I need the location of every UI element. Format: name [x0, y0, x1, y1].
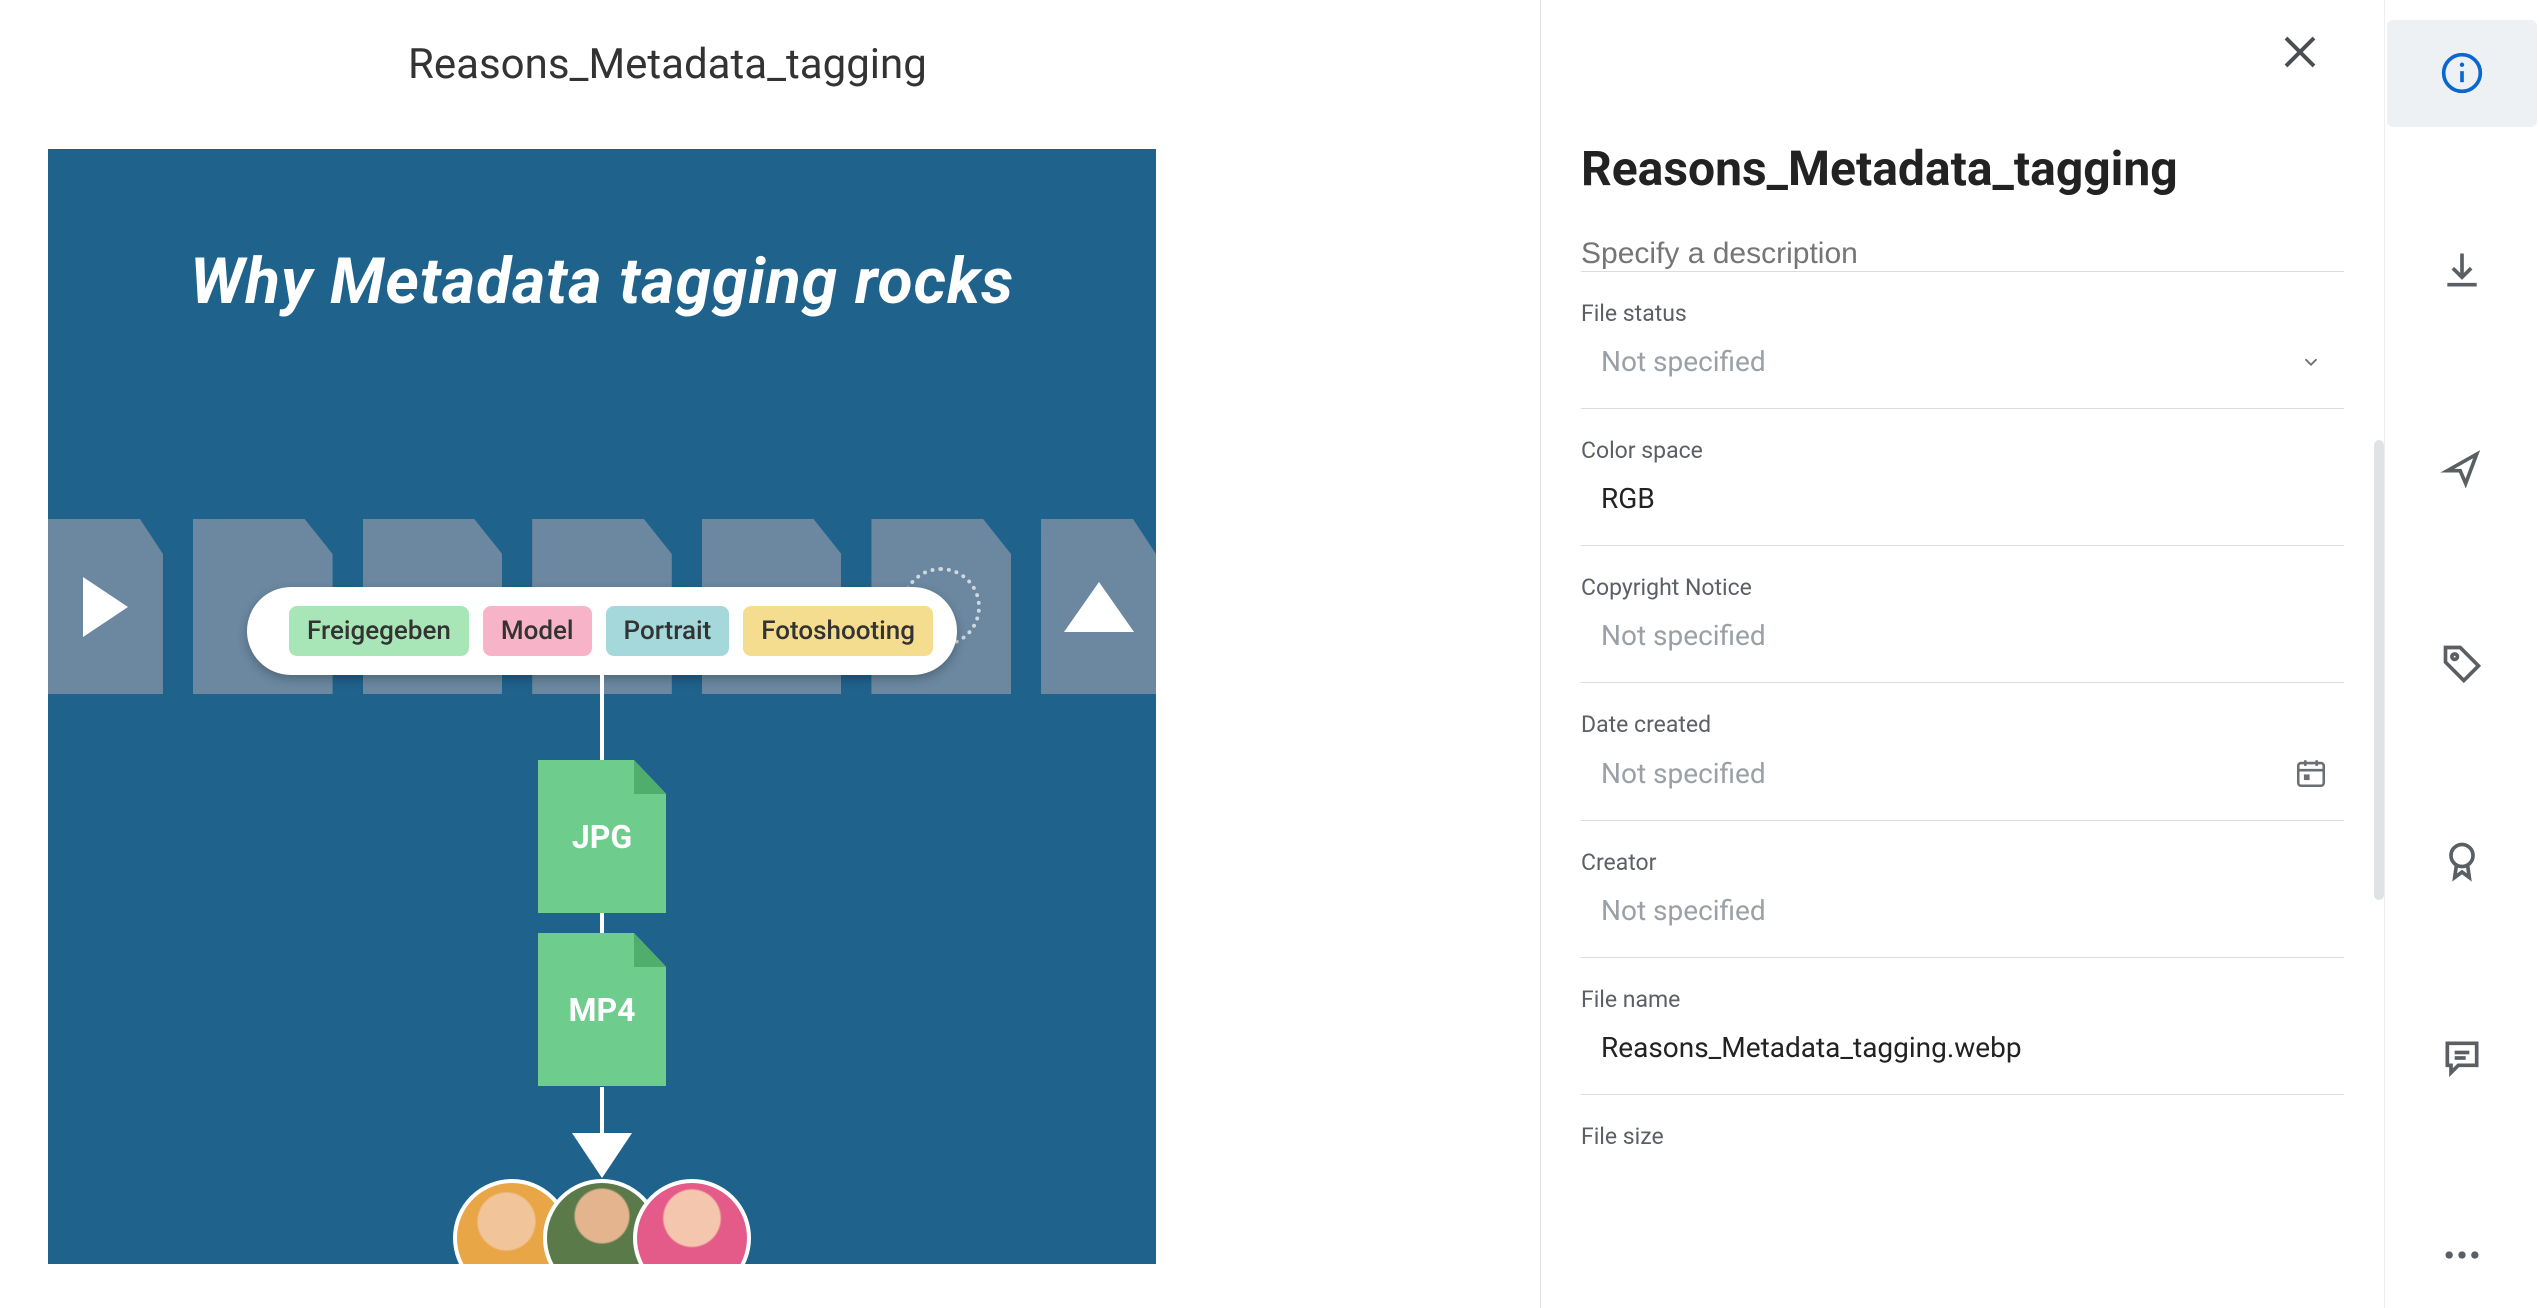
close-icon: [2276, 28, 2324, 76]
tag-icon: [2440, 642, 2484, 686]
connector-line: [600, 1087, 604, 1133]
field-creator: Creator Not specified: [1581, 820, 2344, 957]
field-value[interactable]: Reasons_Metadata_tagging.webp: [1581, 1031, 2344, 1064]
tag-pill: Model: [483, 606, 592, 656]
file-mp4-icon: MP4: [538, 933, 666, 1086]
download-button[interactable]: [2387, 217, 2537, 324]
file-jpg-icon: JPG: [538, 760, 666, 913]
tag-button[interactable]: [2387, 611, 2537, 718]
field-copyright: Copyright Notice Not specified: [1581, 545, 2344, 682]
award-icon: [2440, 839, 2484, 883]
field-file-name: File name Reasons_Metadata_tagging.webp: [1581, 957, 2344, 1094]
avatar: [633, 1179, 751, 1264]
arrow-down-icon: [572, 1133, 632, 1178]
share-button[interactable]: [2387, 414, 2537, 521]
award-button[interactable]: [2387, 807, 2537, 914]
film-doc: [48, 519, 163, 694]
image-preview[interactable]: Why Metadata tagging rocks Freigegeben M…: [48, 149, 1156, 1264]
field-label: Color space: [1581, 437, 2344, 464]
film-doc: [1041, 519, 1156, 694]
field-label: Copyright Notice: [1581, 574, 2344, 601]
field-label: Date created: [1581, 711, 2344, 738]
share-icon: [2440, 445, 2484, 489]
field-value[interactable]: Not specified: [1581, 619, 2344, 652]
play-icon: [83, 577, 128, 637]
search-pill: Freigegeben Model Portrait Fotoshooting: [247, 587, 957, 675]
connector-line: [600, 675, 604, 760]
field-label: File status: [1581, 300, 2344, 327]
scrollbar[interactable]: [2374, 440, 2384, 900]
connector-line: [600, 913, 604, 933]
info-icon: [2440, 51, 2484, 95]
preview-panel: Reasons_Metadata_tagging Why Metadata ta…: [0, 0, 1540, 1308]
calendar-icon: [2294, 756, 2328, 790]
avatars-group: [453, 1179, 751, 1264]
field-file-size: File size: [1581, 1094, 2344, 1198]
field-date-created: Date created Not specified: [1581, 682, 2344, 820]
field-file-status: File status Not specified: [1581, 271, 2344, 408]
iconbar: [2384, 0, 2539, 1308]
file-status-select[interactable]: Not specified: [1581, 345, 2344, 378]
close-button[interactable]: [2276, 28, 2324, 76]
page-title: Reasons_Metadata_tagging: [408, 40, 1492, 89]
date-created-input[interactable]: Not specified: [1581, 756, 2344, 790]
tag-pill: Freigegeben: [289, 606, 469, 656]
file-label: JPG: [572, 818, 632, 856]
more-icon: [2440, 1233, 2484, 1277]
up-icon: [1064, 582, 1134, 632]
comment-icon: [2440, 1036, 2484, 1080]
chevron-down-icon: [2300, 351, 2322, 373]
download-icon: [2440, 248, 2484, 292]
field-label: File name: [1581, 986, 2344, 1013]
more-button[interactable]: [2387, 1201, 2537, 1308]
tag-pill: Fotoshooting: [743, 606, 933, 656]
description-input[interactable]: [1581, 237, 2344, 271]
info-button[interactable]: [2387, 20, 2537, 127]
field-color-space: Color space RGB: [1581, 408, 2344, 545]
field-label: Creator: [1581, 849, 2344, 876]
details-panel: Reasons_Metadata_tagging File status Not…: [1541, 0, 2384, 1308]
field-value: Not specified: [1581, 757, 1766, 790]
comment-button[interactable]: [2387, 1004, 2537, 1111]
field-label: File size: [1581, 1123, 2344, 1150]
details-title: Reasons_Metadata_tagging: [1581, 140, 2344, 197]
field-value[interactable]: Not specified: [1581, 894, 2344, 927]
tag-pill: Portrait: [606, 606, 730, 656]
field-value: Not specified: [1581, 345, 1766, 378]
file-label: MP4: [569, 991, 636, 1029]
field-value[interactable]: RGB: [1581, 482, 2344, 515]
preview-heading: Why Metadata tagging rocks: [48, 244, 1156, 319]
